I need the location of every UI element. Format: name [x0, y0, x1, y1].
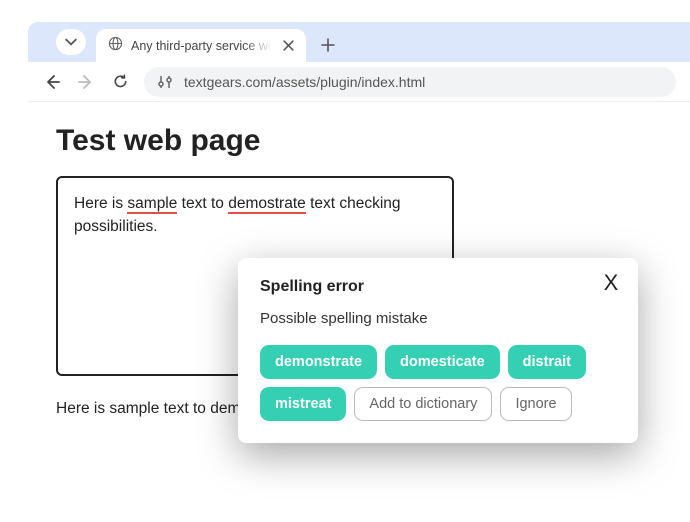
arrow-right-icon	[77, 73, 95, 91]
editor-text: Here is	[74, 195, 127, 212]
tab-search-dropdown[interactable]	[56, 29, 86, 55]
back-button[interactable]	[42, 72, 62, 92]
reload-icon	[112, 73, 129, 90]
new-tab-button[interactable]	[314, 31, 342, 59]
suggestion-list: demonstrate domesticate distrait mistrea…	[260, 345, 616, 421]
tab-title: Any third-party service web page	[131, 39, 272, 53]
suggestion-button[interactable]: distrait	[508, 345, 586, 379]
arrow-left-icon	[43, 73, 61, 91]
spellcheck-popup: X Spelling error Possible spelling mista…	[238, 258, 638, 443]
suggestion-button[interactable]: domesticate	[385, 345, 500, 379]
site-settings-icon[interactable]	[156, 73, 174, 91]
close-icon	[283, 40, 294, 51]
page-title: Test web page	[56, 124, 662, 158]
spelling-error-word[interactable]: demostrate	[228, 195, 306, 214]
popup-title: Spelling error	[260, 278, 616, 296]
ignore-button[interactable]: Ignore	[500, 387, 571, 421]
globe-icon	[108, 36, 123, 56]
popup-description: Possible spelling mistake	[260, 310, 616, 327]
chevron-down-icon	[65, 36, 77, 48]
editor-text: text to	[177, 195, 228, 212]
spelling-error-word[interactable]: sample	[127, 195, 177, 214]
popup-close-button[interactable]: X	[598, 270, 624, 296]
add-to-dictionary-button[interactable]: Add to dictionary	[354, 387, 492, 421]
url-text: textgears.com/assets/plugin/index.html	[184, 74, 425, 90]
browser-tab-strip: Any third-party service web page	[28, 22, 690, 62]
tab-close-button[interactable]	[280, 38, 296, 54]
address-bar[interactable]: textgears.com/assets/plugin/index.html	[144, 67, 676, 97]
suggestion-button[interactable]: demonstrate	[260, 345, 377, 379]
plus-icon	[321, 38, 335, 52]
suggestion-button[interactable]: mistreat	[260, 387, 346, 421]
browser-tab[interactable]: Any third-party service web page	[96, 29, 306, 62]
browser-toolbar: textgears.com/assets/plugin/index.html	[28, 62, 690, 102]
forward-button[interactable]	[76, 72, 96, 92]
reload-button[interactable]	[110, 72, 130, 92]
